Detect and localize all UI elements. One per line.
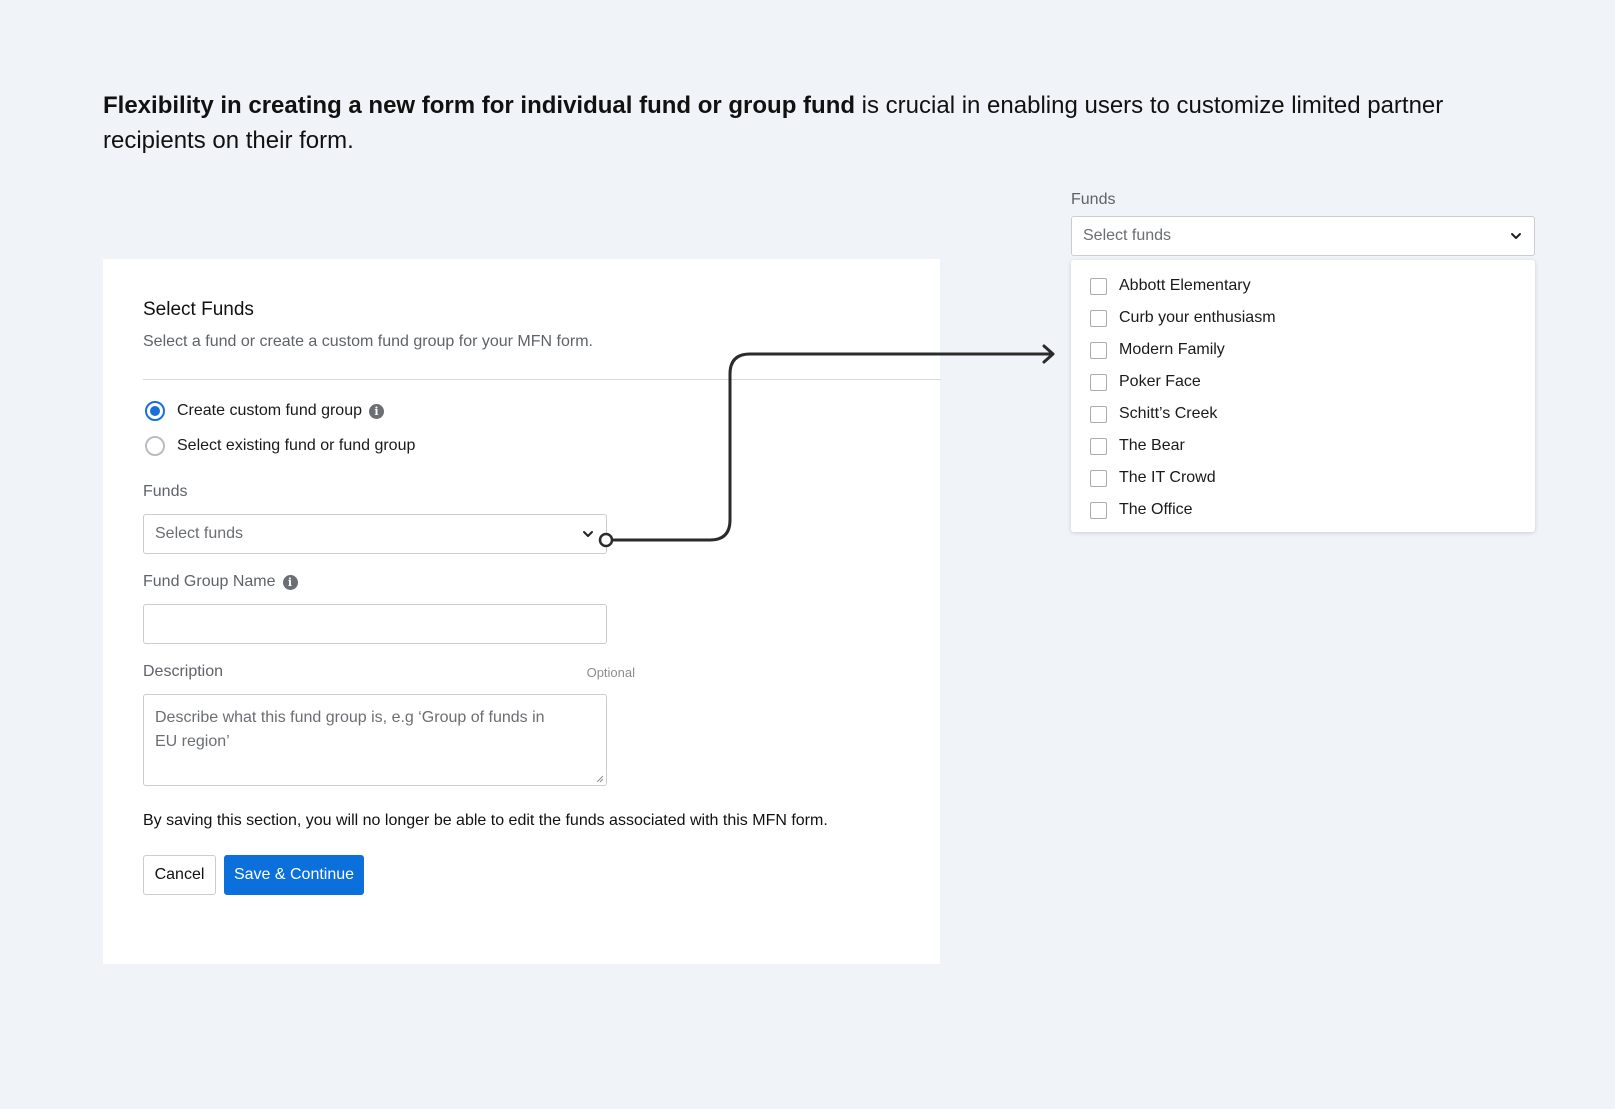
- chevron-down-icon: [1509, 229, 1523, 243]
- funds-label: Funds: [143, 483, 188, 500]
- card-subtitle: Select a fund or create a custom fund gr…: [143, 333, 593, 350]
- dropdown-select-placeholder: Select funds: [1083, 227, 1172, 244]
- dropdown-funds-select[interactable]: Select funds: [1071, 216, 1535, 256]
- fund-option[interactable]: The IT Crowd: [1071, 462, 1535, 494]
- description-label: Description: [143, 663, 224, 680]
- fund-option-label: Schitt’s Creek: [1119, 405, 1218, 422]
- radio-button[interactable]: [145, 436, 165, 456]
- fund-option[interactable]: The Bear: [1071, 430, 1535, 462]
- radio-label-existing: Select existing fund or fund group: [177, 437, 416, 454]
- fund-option-label: The Bear: [1119, 437, 1185, 454]
- fund-option[interactable]: The Office: [1071, 494, 1535, 526]
- fund-option[interactable]: Poker Face: [1071, 366, 1535, 398]
- radio-button-checked[interactable]: [145, 401, 165, 421]
- chevron-down-icon: [581, 527, 595, 541]
- funds-select[interactable]: Select funds: [143, 514, 607, 554]
- card-title: Select Funds: [143, 299, 254, 320]
- checkbox[interactable]: [1090, 405, 1107, 423]
- checkbox[interactable]: [1090, 277, 1107, 295]
- cancel-button[interactable]: Cancel: [143, 855, 216, 895]
- checkbox[interactable]: [1090, 341, 1107, 359]
- divider: [143, 379, 941, 380]
- dropdown-funds-label: Funds: [1071, 191, 1116, 208]
- checkbox[interactable]: [1090, 373, 1107, 391]
- fund-group-name-input[interactable]: [143, 604, 607, 644]
- fund-group-name-label: Fund Group Name i: [143, 573, 298, 591]
- checkbox[interactable]: [1090, 437, 1107, 455]
- fund-option-label: Curb your enthusiasm: [1119, 309, 1276, 326]
- optional-hint: Optional: [586, 665, 635, 680]
- fund-option[interactable]: Modern Family: [1071, 334, 1535, 366]
- description-textarea[interactable]: Describe what this fund group is, e.g ‘G…: [143, 694, 607, 786]
- headline: Flexibility in creating a new form for i…: [103, 88, 1523, 158]
- fund-option-label: Poker Face: [1119, 373, 1201, 390]
- select-funds-card: Select Funds Select a fund or create a c…: [103, 259, 941, 964]
- fund-option-label: The Office: [1119, 501, 1193, 518]
- info-icon[interactable]: i: [369, 403, 384, 419]
- radio-select-existing[interactable]: Select existing fund or fund group: [143, 436, 415, 456]
- fund-option-label: Abbott Elementary: [1119, 277, 1251, 294]
- funds-dropdown-menu: Abbott Elementary Curb your enthusiasm M…: [1071, 260, 1535, 532]
- checkbox[interactable]: [1090, 309, 1107, 327]
- fund-group-name-label-text: Fund Group Name: [143, 573, 276, 590]
- resize-grip-icon[interactable]: [596, 775, 604, 783]
- checkbox[interactable]: [1090, 469, 1107, 487]
- description-placeholder: Describe what this fund group is, e.g ‘G…: [155, 709, 545, 750]
- radio-create-custom-group[interactable]: Create custom fund group i: [143, 401, 384, 421]
- funds-select-placeholder: Select funds: [155, 525, 244, 542]
- fund-option[interactable]: Abbott Elementary: [1071, 270, 1535, 302]
- fund-option[interactable]: Curb your enthusiasm: [1071, 302, 1535, 334]
- save-warning-note: By saving this section, you will no long…: [143, 812, 828, 829]
- checkbox[interactable]: [1090, 501, 1107, 519]
- info-icon[interactable]: i: [282, 574, 298, 590]
- fund-option-label: Modern Family: [1119, 341, 1225, 358]
- save-continue-button[interactable]: Save & Continue: [224, 855, 364, 895]
- arrow-right-icon: [1042, 344, 1055, 364]
- headline-bold: Flexibility in creating a new form for i…: [103, 92, 856, 119]
- fund-option[interactable]: Schitt’s Creek: [1071, 398, 1535, 430]
- fund-option-label: The IT Crowd: [1119, 469, 1216, 486]
- radio-label-create: Create custom fund group: [177, 402, 362, 419]
